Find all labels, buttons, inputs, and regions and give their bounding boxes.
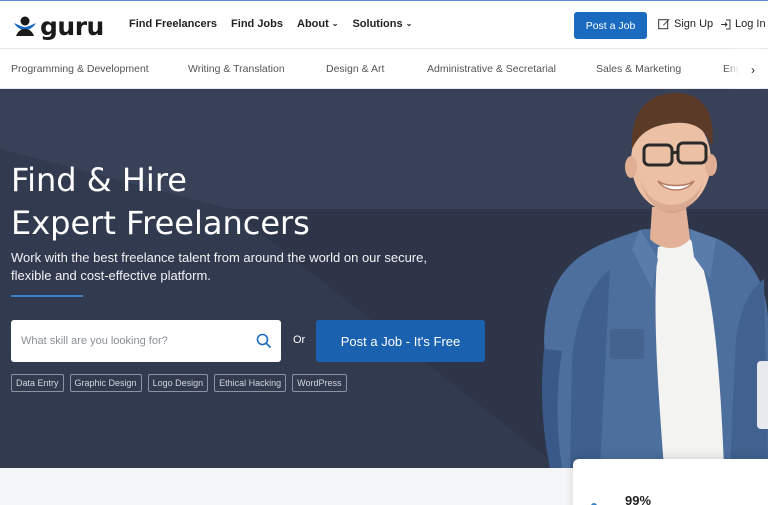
or-label: Or xyxy=(293,334,306,346)
logo-text: guru xyxy=(40,11,104,41)
nav-label: About xyxy=(297,18,329,30)
side-tab-handle[interactable] xyxy=(757,361,768,429)
tag-graphic-design[interactable]: Graphic Design xyxy=(69,374,142,392)
category-writing[interactable]: Writing & Translation xyxy=(188,63,285,75)
post-job-button[interactable]: Post a Job xyxy=(574,12,647,39)
sign-up-label: Sign Up xyxy=(674,18,714,30)
hero-subtitle: Work with the best freelance talent from… xyxy=(11,250,427,283)
rating-percent: 99% xyxy=(625,493,652,505)
tag-wordpress[interactable]: WordPress xyxy=(292,374,347,392)
skill-search-input[interactable] xyxy=(21,335,246,347)
nav-about[interactable]: About ⌄ xyxy=(297,18,338,30)
freelancer-photo xyxy=(542,93,768,468)
tag-logo-design[interactable]: Logo Design xyxy=(147,374,209,392)
chevron-right-icon[interactable]: › xyxy=(738,51,768,88)
main-nav: Find Freelancers Find Jobs About ⌄ Soluti… xyxy=(129,18,412,30)
log-in-link[interactable]: Log In xyxy=(720,18,766,30)
chevron-down-icon: ⌄ xyxy=(331,18,339,28)
search-icon[interactable] xyxy=(256,333,272,349)
hero-section: Find & Hire Expert Freelancers Work with… xyxy=(0,89,768,468)
guru-logo-icon xyxy=(14,16,36,36)
hero-title-line-1: Find & Hire xyxy=(11,161,187,199)
category-programming[interactable]: Programming & Development xyxy=(11,63,149,75)
hero-title: Find & Hire Expert Freelancers xyxy=(11,159,310,245)
rating-card: 99% xyxy=(573,459,768,505)
category-sales[interactable]: Sales & Marketing xyxy=(596,63,681,75)
skill-search-box xyxy=(11,320,281,362)
tag-ethical-hacking[interactable]: Ethical Hacking xyxy=(214,374,287,392)
hero-title-line-2: Expert Freelancers xyxy=(11,204,310,242)
login-icon xyxy=(721,19,731,29)
page: guru Find Freelancers Find Jobs About ⌄ S… xyxy=(0,0,768,505)
edit-icon xyxy=(658,19,670,30)
guru-logo[interactable]: guru xyxy=(12,11,104,41)
nav-find-jobs[interactable]: Find Jobs xyxy=(231,18,283,30)
nav-label: Solutions xyxy=(352,18,403,30)
category-design[interactable]: Design & Art xyxy=(326,63,384,75)
category-administrative[interactable]: Administrative & Secretarial xyxy=(427,63,556,75)
hero-accent-line xyxy=(11,295,83,297)
tag-data-entry[interactable]: Data Entry xyxy=(11,374,64,392)
nav-label: Find Jobs xyxy=(231,18,283,30)
top-header: guru Find Freelancers Find Jobs About ⌄ S… xyxy=(0,1,768,49)
category-bar: Programming & Development Writing & Tran… xyxy=(0,50,768,89)
popular-skill-tags: Data Entry Graphic Design Logo Design Et… xyxy=(11,374,347,392)
chevron-down-icon: ⌄ xyxy=(405,18,413,28)
nav-solutions[interactable]: Solutions ⌄ xyxy=(352,18,412,30)
post-job-free-button[interactable]: Post a Job - It's Free xyxy=(316,320,485,362)
nav-find-freelancers[interactable]: Find Freelancers xyxy=(129,18,217,30)
log-in-label: Log In xyxy=(735,18,766,30)
nav-label: Find Freelancers xyxy=(129,18,218,30)
sign-up-link[interactable]: Sign Up xyxy=(658,18,713,30)
